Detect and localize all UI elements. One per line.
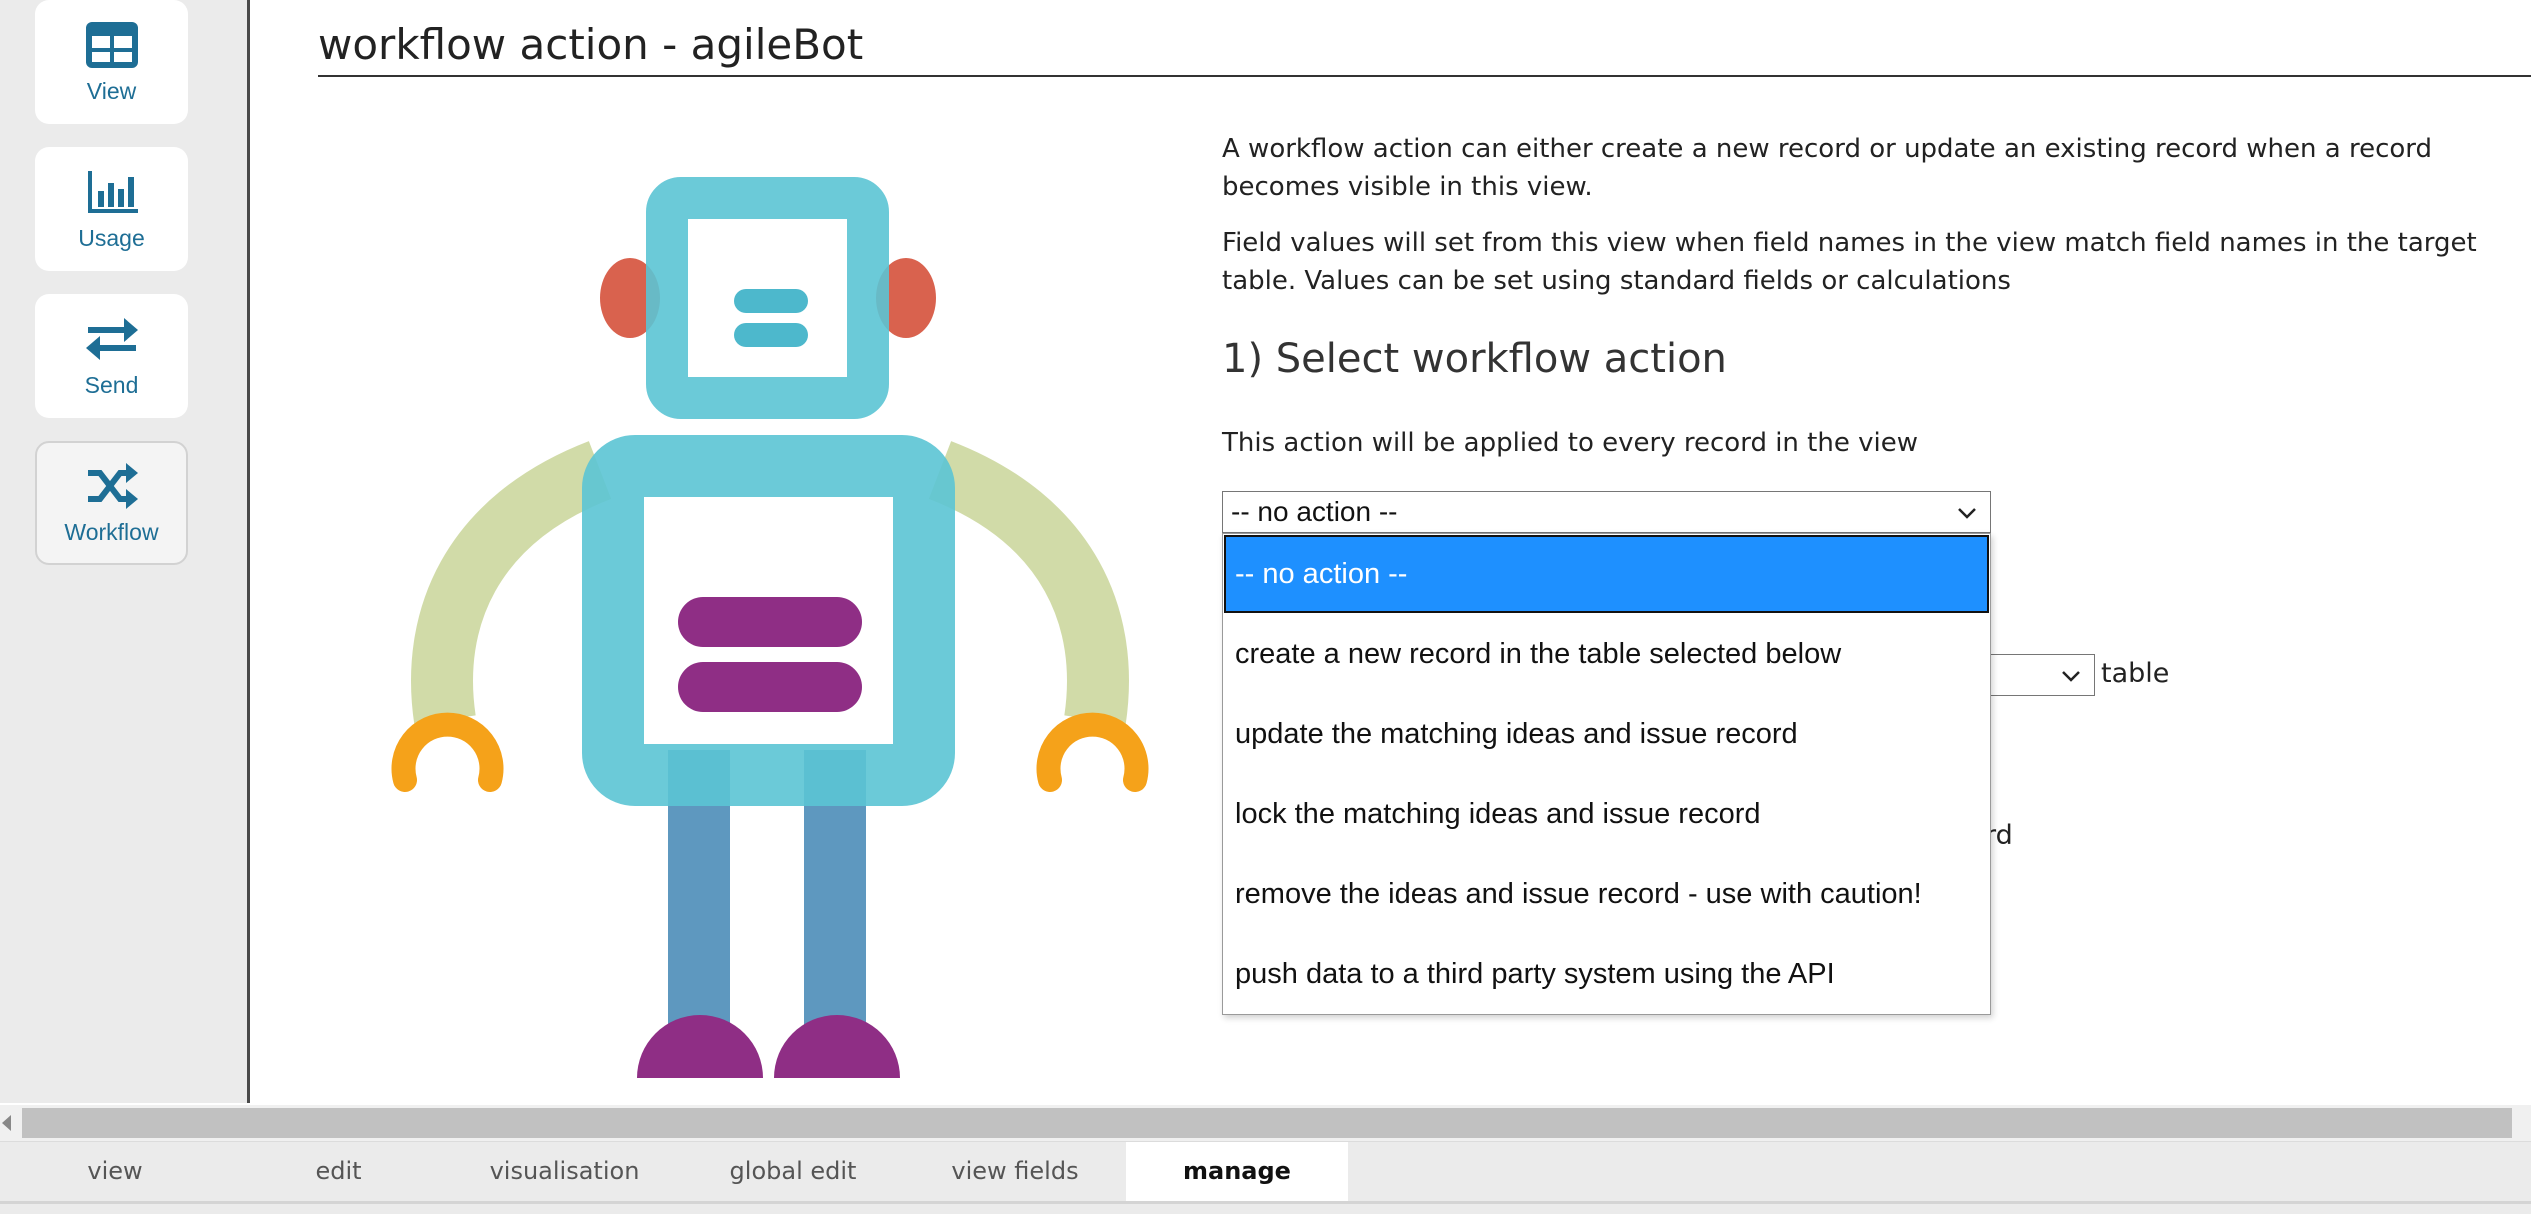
tab-view-fields[interactable]: view fields xyxy=(904,1142,1126,1201)
tab-visualisation[interactable]: visualisation xyxy=(447,1142,682,1201)
intro-text: A workflow action can either create a ne… xyxy=(1222,130,2522,318)
sidebar-item-view[interactable]: View xyxy=(35,0,188,124)
section-heading: 1) Select workflow action xyxy=(1222,336,1727,382)
title-divider xyxy=(318,75,2531,77)
bottom-tab-bar: view edit visualisation global edit view… xyxy=(0,1141,2531,1214)
table-grid-icon xyxy=(85,21,138,68)
workflow-action-select[interactable]: -- no action -- xyxy=(1222,491,1991,533)
tab-edit[interactable]: edit xyxy=(230,1142,447,1201)
workflow-action-options: -- no action -- create a new record in t… xyxy=(1222,533,1991,1015)
option-lock-record[interactable]: lock the matching ideas and issue record xyxy=(1223,774,1990,854)
intro-paragraph: Field values will set from this view whe… xyxy=(1222,228,2477,296)
option-remove-record[interactable]: remove the ideas and issue record - use … xyxy=(1223,854,1990,934)
swap-arrows-icon xyxy=(85,317,138,360)
chevron-down-icon xyxy=(2062,671,2080,682)
sidebar-item-label: Send xyxy=(84,371,139,398)
page-title: workflow action - agileBot xyxy=(318,20,864,69)
option-push-api[interactable]: push data to a third party system using … xyxy=(1223,934,1990,1014)
option-update-record[interactable]: update the matching ideas and issue reco… xyxy=(1223,694,1990,774)
table-label: table xyxy=(2101,658,2170,689)
chevron-down-icon xyxy=(1958,508,1976,519)
apply-note: This action will be applied to every rec… xyxy=(1222,428,1918,458)
horizontal-scrollbar[interactable] xyxy=(0,1105,2531,1141)
sidebar-item-label: View xyxy=(86,77,137,104)
shuffle-icon xyxy=(87,462,138,509)
option-create-record[interactable]: create a new record in the table selecte… xyxy=(1223,614,1990,694)
bar-chart-icon xyxy=(87,170,138,213)
scroll-left-icon[interactable] xyxy=(2,1115,11,1131)
sidebar-item-send[interactable]: Send xyxy=(35,294,188,418)
sidebar-item-label: Workflow xyxy=(64,518,159,545)
select-value: -- no action -- xyxy=(1231,496,1398,527)
sidebar-item-workflow[interactable]: Workflow xyxy=(35,441,188,565)
sidebar: View Usage Send Workflow xyxy=(0,0,250,1103)
tab-global-edit[interactable]: global edit xyxy=(682,1142,904,1201)
table-select[interactable] xyxy=(1985,654,2095,696)
sidebar-item-label: Usage xyxy=(78,224,145,251)
intro-paragraph: A workflow action can either create a ne… xyxy=(1222,134,2433,202)
tab-bar-underline xyxy=(0,1201,2531,1204)
robot-illustration xyxy=(391,177,1149,1078)
sidebar-item-usage[interactable]: Usage xyxy=(35,147,188,271)
tab-manage[interactable]: manage xyxy=(1126,1142,1348,1201)
scrollbar-thumb[interactable] xyxy=(22,1108,2512,1138)
option-no-action[interactable]: -- no action -- xyxy=(1224,535,1989,613)
tab-view[interactable]: view xyxy=(0,1142,230,1201)
